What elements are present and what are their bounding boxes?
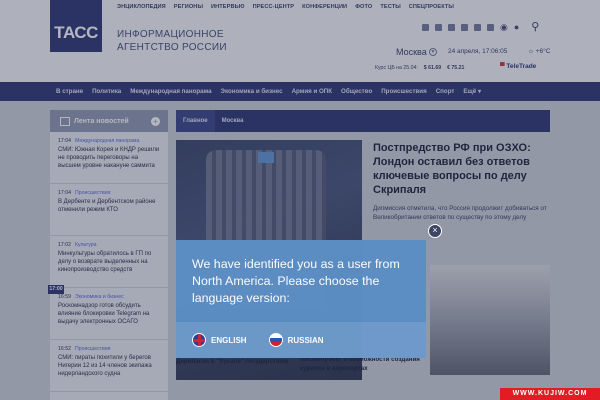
close-icon[interactable]: × [428,224,442,238]
language-modal: We have identified you as a user from No… [176,240,426,358]
language-options: ENGLISH RUSSIAN [176,322,426,358]
uk-flag-icon [192,333,206,347]
english-button[interactable]: ENGLISH [192,333,247,347]
russian-button[interactable]: RUSSIAN [268,333,324,347]
watermark: WWW.KUJIW.COM [500,388,600,400]
modal-message: We have identified you as a user from No… [192,257,400,305]
russia-flag-icon [268,333,283,347]
